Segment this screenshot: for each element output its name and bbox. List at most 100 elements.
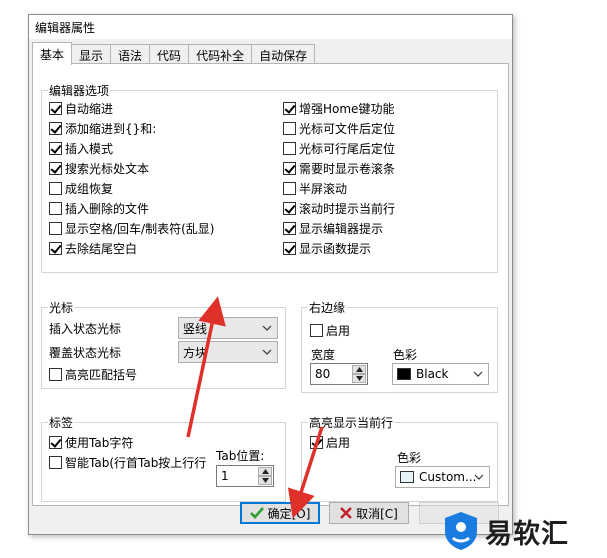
editor-option-checkbox[interactable]: 滚动时提示当前行 <box>283 200 395 216</box>
spin-up-button[interactable] <box>352 365 366 374</box>
color-label: 色彩 <box>393 348 418 362</box>
checkbox-box <box>283 201 296 215</box>
tab-basic[interactable]: 基本 <box>32 42 73 65</box>
tab-position-value: 1 <box>221 469 229 483</box>
checkbox-box <box>49 181 62 195</box>
title-bar: 编辑器属性 <box>29 15 512 39</box>
editor-option-label: 显示函数提示 <box>299 241 372 256</box>
brand-logo-text: 易软汇 <box>485 518 569 550</box>
arrow-up-icon <box>262 469 269 474</box>
cursor-group: 光标 插入状态光标 竖线 覆盖状态光标 方块 高亮匹配括号 <box>41 299 286 389</box>
cancel-label: 取消[C] <box>356 506 398 521</box>
editor-option-label: 需要时显示卷滚条 <box>299 161 396 176</box>
tab-settings-group: 标签 使用Tab字符 智能Tab(行首Tab按上行行 Tab位置: 1 <box>41 414 286 502</box>
right-edge-color-select[interactable]: Black <box>392 363 489 385</box>
width-value: 80 <box>315 367 331 381</box>
cancel-button[interactable]: 取消[C] <box>329 502 409 524</box>
arrow-down-icon <box>262 478 269 483</box>
editor-option-checkbox[interactable]: 需要时显示卷滚条 <box>283 160 395 176</box>
checkbox-box <box>49 221 62 235</box>
right-edge-enable-checkbox[interactable]: 启用 <box>310 322 350 338</box>
editor-option-label: 增强Home键功能 <box>299 101 395 116</box>
checkmark-icon <box>249 507 264 519</box>
editor-option-label: 光标可文件后定位 <box>299 121 396 136</box>
basic-tab-panel: 编辑器选项 自动缩进添加缩进到{}和: 插入模式搜索光标处文本成组恢复插入删除的文… <box>32 63 509 506</box>
highlight-bracket-checkbox[interactable]: 高亮匹配括号 <box>49 366 137 382</box>
editor-options-group: 编辑器选项 自动缩进添加缩进到{}和: 插入模式搜索光标处文本成组恢复插入删除的文… <box>41 82 498 273</box>
checkbox-box <box>310 435 323 449</box>
insert-cursor-select[interactable]: 竖线 <box>178 317 278 339</box>
cursor-title: 光标 <box>48 299 75 316</box>
editor-option-checkbox[interactable]: 半屏滚动 <box>283 180 347 196</box>
use-tab-char-label: 使用Tab字符 <box>65 435 134 450</box>
spinner-buttons <box>352 365 366 383</box>
tab-code-completion[interactable]: 代码补全 <box>188 44 253 64</box>
tab-settings-title: 标签 <box>48 414 75 431</box>
editor-option-checkbox[interactable]: 自动缩进 <box>49 100 113 116</box>
editor-option-checkbox[interactable]: 插入删除的文件 <box>49 200 149 216</box>
editor-option-checkbox[interactable]: 显示编辑器提示 <box>283 220 383 236</box>
editor-options-title: 编辑器选项 <box>48 82 111 99</box>
spin-down-button[interactable] <box>258 476 272 485</box>
right-edge-width-spinner[interactable]: 80 <box>310 363 368 385</box>
checkbox-box <box>283 181 296 195</box>
checkbox-box <box>49 435 62 449</box>
ok-label: 确定[O] <box>267 506 311 521</box>
tab-strip: 基本 显示 语法 代码 代码补全 自动保存 <box>32 42 316 65</box>
chevron-down-icon <box>474 474 484 480</box>
insert-cursor-value: 竖线 <box>183 321 208 336</box>
smart-tab-checkbox[interactable]: 智能Tab(行首Tab按上行行 <box>49 454 206 470</box>
checkbox-box <box>49 121 62 135</box>
overwrite-cursor-label: 覆盖状态光标 <box>49 346 122 360</box>
brand-logo: 易软汇 <box>443 508 569 554</box>
tab-display[interactable]: 显示 <box>71 44 112 64</box>
editor-option-label: 光标可行尾后定位 <box>299 141 396 156</box>
overwrite-cursor-value: 方块 <box>183 345 208 360</box>
checkbox-box <box>283 141 296 155</box>
editor-option-label: 显示编辑器提示 <box>299 221 384 236</box>
tab-code[interactable]: 代码 <box>149 44 190 64</box>
use-tab-char-checkbox[interactable]: 使用Tab字符 <box>49 434 133 450</box>
editor-option-checkbox[interactable]: 显示函数提示 <box>283 240 371 256</box>
editor-option-checkbox[interactable]: 插入模式 <box>49 140 113 156</box>
highlight-line-enable-label: 启用 <box>326 435 351 450</box>
spinner-buttons <box>258 467 272 485</box>
tab-syntax[interactable]: 语法 <box>110 44 151 64</box>
editor-option-label: 去除结尾空白 <box>65 241 138 256</box>
highlight-color-select[interactable]: Custom... <box>395 466 490 488</box>
chevron-down-icon <box>262 325 272 331</box>
right-edge-group: 右边缘 启用 宽度 80 色彩 Black <box>301 299 498 393</box>
spin-down-button[interactable] <box>352 374 366 383</box>
editor-option-checkbox[interactable]: 增强Home键功能 <box>283 100 394 116</box>
editor-option-checkbox[interactable]: 搜索光标处文本 <box>49 160 149 176</box>
checkbox-box <box>49 241 62 255</box>
checkbox-box <box>49 161 62 175</box>
color-swatch <box>400 471 414 483</box>
spin-up-button[interactable] <box>258 467 272 476</box>
editor-option-checkbox[interactable]: 去除结尾空白 <box>49 240 137 256</box>
highlight-current-line-group: 高亮显示当前行 启用 色彩 Custom... <box>301 414 498 502</box>
checkbox-box <box>49 141 62 155</box>
editor-option-checkbox[interactable]: 光标可文件后定位 <box>283 120 395 136</box>
overwrite-cursor-select[interactable]: 方块 <box>178 341 278 363</box>
editor-option-label: 成组恢复 <box>65 181 114 196</box>
tab-position-label: Tab位置: <box>216 449 265 463</box>
right-edge-color-value: Black <box>416 367 449 381</box>
checkbox-box <box>49 367 62 381</box>
highlight-line-enable-checkbox[interactable]: 启用 <box>310 434 350 450</box>
editor-option-checkbox[interactable]: 显示空格/回车/制表符(乱显) <box>49 220 214 236</box>
tab-position-spinner[interactable]: 1 <box>216 465 274 487</box>
editor-option-checkbox[interactable]: 添加缩进到{}和: <box>49 120 156 136</box>
arrow-up-icon <box>356 367 363 372</box>
editor-option-checkbox[interactable]: 光标可行尾后定位 <box>283 140 395 156</box>
editor-option-checkbox[interactable]: 成组恢复 <box>49 180 113 196</box>
chevron-down-icon <box>473 371 483 377</box>
checkbox-box <box>283 121 296 135</box>
tab-auto-save[interactable]: 自动保存 <box>251 44 316 64</box>
highlight-bracket-label: 高亮匹配括号 <box>65 367 138 382</box>
checkbox-box <box>49 201 62 215</box>
checkbox-box <box>283 241 296 255</box>
checkbox-box <box>310 323 323 337</box>
highlight-current-line-title: 高亮显示当前行 <box>308 414 395 431</box>
ok-button[interactable]: 确定[O] <box>240 502 320 524</box>
